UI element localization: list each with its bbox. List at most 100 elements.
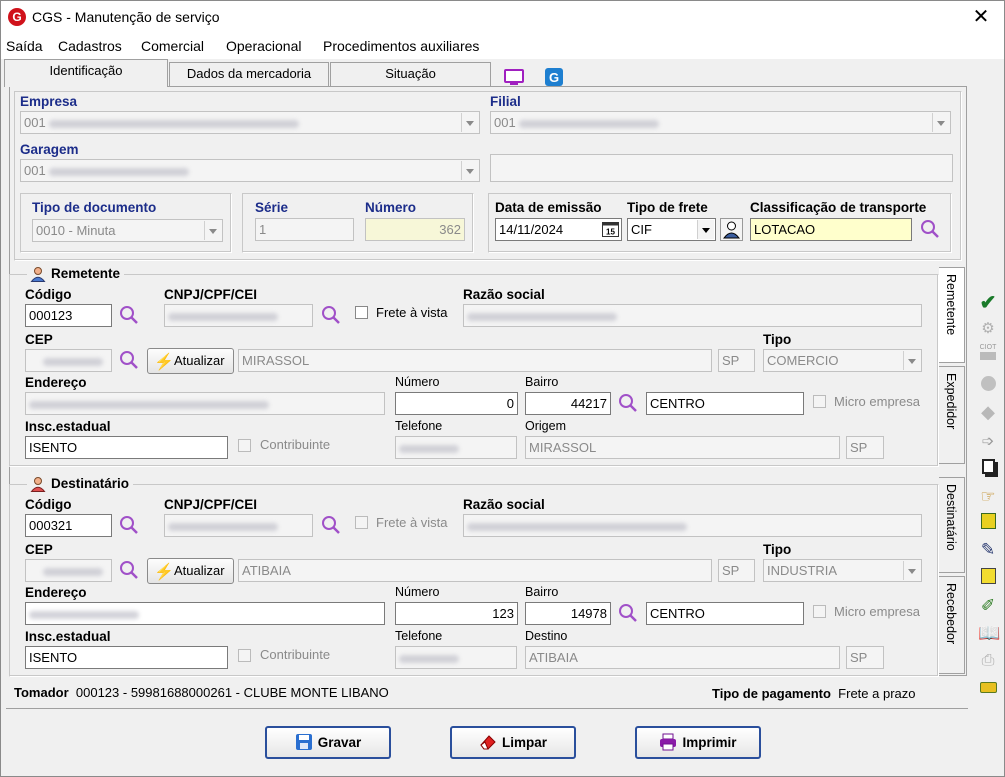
rem-bairro-field[interactable]: CENTRO [646, 392, 804, 415]
dest-cnpj-field[interactable] [164, 514, 313, 537]
garagem-label: Garagem [20, 142, 79, 157]
search-icon[interactable] [119, 515, 139, 535]
serie-field[interactable]: 1 [255, 218, 354, 241]
rem-numero-field[interactable]: 0 [395, 392, 518, 415]
dest-cep-field[interactable] [25, 559, 112, 582]
book-icon[interactable]: 📖 [978, 623, 1000, 643]
tipo-documento-select[interactable]: 0010 - Minuta [32, 219, 223, 242]
rem-atualizar-button[interactable]: ⚡ Atualizar [147, 348, 234, 374]
pointing-hand-icon[interactable]: ☞ [978, 487, 998, 507]
dest-contribuinte-checkbox[interactable] [238, 649, 251, 662]
app-logo-icon: G [8, 8, 26, 26]
tab-situacao[interactable]: Situação [330, 62, 491, 86]
monitor-icon[interactable] [504, 69, 524, 87]
eraser-icon [480, 735, 496, 750]
dest-tipo-select[interactable]: INDUSTRIA [763, 559, 922, 582]
side-tab-remetente-label: Remetente [944, 274, 958, 336]
dest-codigo-field[interactable]: 000321 [25, 514, 112, 537]
dest-atualizar-button[interactable]: ⚡ Atualizar [147, 558, 234, 584]
search-icon[interactable] [618, 393, 638, 413]
report-icon[interactable] [978, 568, 998, 588]
dest-razao-field[interactable] [463, 514, 922, 537]
data-emissao-value: 14/11/2024 [499, 222, 564, 237]
rem-cnpj-field[interactable] [164, 304, 313, 327]
rem-micro-checkbox[interactable] [813, 395, 826, 408]
search-icon[interactable] [119, 305, 139, 325]
truck-icon[interactable] [978, 679, 998, 699]
rem-cnpj-label: CNPJ/CPF/CEI [164, 287, 258, 302]
rem-telefone-field[interactable] [395, 436, 517, 459]
side-tab-destinatario[interactable]: Destinatário [939, 477, 965, 573]
rem-tipo-label: Tipo [763, 332, 792, 347]
imprimir-button[interactable]: Imprimir [635, 726, 761, 759]
search-icon[interactable] [119, 560, 139, 580]
search-icon[interactable] [920, 219, 940, 239]
calendar-icon[interactable]: 15 [602, 221, 619, 237]
dest-bairro-field[interactable]: CENTRO [646, 602, 804, 625]
search-icon[interactable] [119, 350, 139, 370]
limpar-button[interactable]: Limpar [450, 726, 576, 759]
chevron-down-icon [932, 113, 949, 132]
confirm-check-icon[interactable]: ✔ [978, 293, 998, 313]
filial-select[interactable]: 001 [490, 111, 951, 134]
dest-frete-vista-label: Frete à vista [376, 515, 448, 530]
rem-bairro-code-field[interactable]: 44217 [525, 392, 611, 415]
tab-dados-mercadoria[interactable]: Dados da mercadoria [169, 62, 329, 86]
rem-razao-field[interactable] [463, 304, 922, 327]
dest-bairro-label: Bairro [525, 585, 559, 599]
pagamento-value: Frete a prazo [838, 686, 916, 701]
search-icon[interactable] [321, 305, 341, 325]
driver-icon[interactable] [720, 218, 743, 241]
data-emissao-field[interactable]: 14/11/2024 15 [495, 218, 622, 241]
garagem-select[interactable]: 001 [20, 159, 480, 182]
rem-cep-field[interactable] [25, 349, 112, 372]
tab-identificacao[interactable]: Identificação [4, 59, 168, 87]
dest-telefone-field[interactable] [395, 646, 517, 669]
empresa-value: 001 [24, 115, 46, 130]
menu-operacional[interactable]: Operacional [226, 38, 302, 54]
tipo-frete-select[interactable]: CIF [627, 218, 716, 241]
dest-frete-vista-checkbox[interactable] [355, 516, 368, 529]
calculator-icon[interactable] [978, 513, 998, 533]
close-icon[interactable]: ✕ [966, 4, 996, 30]
classificacao-field[interactable]: LOTACAO [750, 218, 912, 241]
side-tab-expedidor[interactable]: Expedidor [939, 366, 965, 464]
menu-comercial[interactable]: Comercial [141, 38, 204, 54]
gravar-button[interactable]: Gravar [265, 726, 391, 759]
menu-cadastros[interactable]: Cadastros [58, 38, 122, 54]
numero-doc-field[interactable]: 362 [365, 218, 465, 241]
dest-endereco-field[interactable] [25, 602, 385, 625]
rem-atualizar-label: Atualizar [174, 353, 225, 368]
side-tab-remetente[interactable]: Remetente [939, 267, 965, 363]
rem-cep-label: CEP [25, 332, 53, 347]
empresa-label: Empresa [20, 94, 78, 109]
rem-tipo-select[interactable]: COMERCIO [763, 349, 922, 372]
circle-disabled-icon [978, 376, 998, 396]
dest-bairro-code-field[interactable]: 14978 [525, 602, 611, 625]
app-g-icon[interactable]: G [545, 68, 563, 86]
dest-numero-field[interactable]: 123 [395, 602, 518, 625]
rem-endereco-field[interactable] [25, 392, 385, 415]
person-icon [30, 267, 46, 282]
chevron-down-icon [903, 351, 920, 370]
side-tab-recebedor[interactable]: Recebedor [939, 576, 965, 674]
rem-insc-field[interactable]: ISENTO [25, 436, 228, 459]
search-icon[interactable] [321, 515, 341, 535]
rem-frete-vista-checkbox[interactable] [355, 306, 368, 319]
edit-pencil-icon[interactable]: ✐ [978, 596, 998, 616]
rem-codigo-field[interactable]: 000123 [25, 304, 112, 327]
dest-micro-checkbox[interactable] [813, 605, 826, 618]
user-tools-icon[interactable]: ✎ [978, 540, 998, 560]
dest-insc-field[interactable]: ISENTO [25, 646, 228, 669]
documents-icon[interactable] [978, 459, 998, 479]
rem-origem-field: MIRASSOL [525, 436, 840, 459]
empresa-select[interactable]: 001 [20, 111, 480, 134]
lightning-icon: ⚡ [154, 354, 174, 371]
print-preview-disabled-icon: ⎙ [981, 652, 995, 669]
destinatario-title: Destinatário [51, 476, 130, 491]
menu-procedimentos[interactable]: Procedimentos auxiliares [323, 38, 479, 54]
menu-saida[interactable]: Saída [6, 38, 43, 54]
numero-doc-label: Número [365, 200, 417, 215]
search-icon[interactable] [618, 603, 638, 623]
rem-contribuinte-checkbox[interactable] [238, 439, 251, 452]
